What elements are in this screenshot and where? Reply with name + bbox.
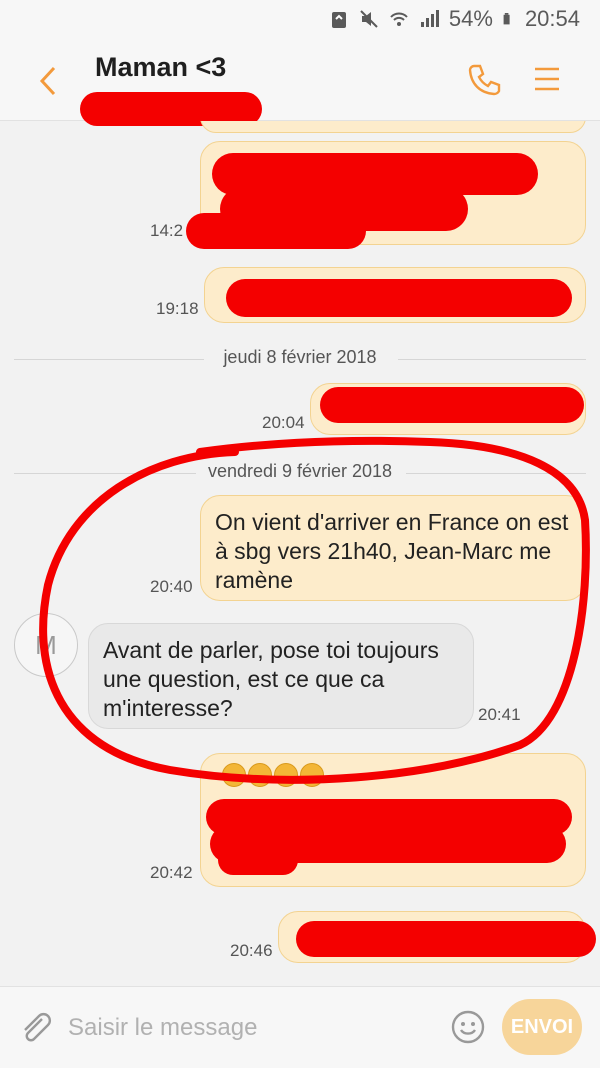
recycle-icon: [331, 12, 346, 28]
emoji-icon: [274, 763, 298, 787]
message-input[interactable]: [66, 1007, 430, 1049]
message-bubble-received[interactable]: Avant de parler, pose toi toujours une q…: [88, 623, 474, 729]
composer-bar: ENVOI: [0, 986, 600, 1068]
battery-icon: [503, 13, 510, 25]
message-timestamp: 20:41: [478, 705, 521, 724]
contact-name[interactable]: Maman <3: [95, 52, 226, 83]
conversation[interactable]: 14:2 19:18 jeudi 8 février 2018 20:04 ve…: [0, 121, 600, 986]
date-separator: vendredi 9 février 2018: [0, 461, 600, 485]
clock: 20:54: [524, 6, 580, 31]
message-bubble-sent[interactable]: On vient d'arriver en France on est à sb…: [200, 495, 586, 601]
wifi-icon: [390, 12, 408, 26]
app-bar: Maman <3: [0, 40, 600, 126]
message-timestamp: 20:46: [230, 941, 273, 960]
message-timestamp: 14:2: [150, 221, 184, 240]
redaction-mark: [218, 845, 298, 875]
menu-icon[interactable]: [534, 64, 560, 94]
avatar[interactable]: M: [14, 613, 78, 677]
smiley-icon[interactable]: [450, 1009, 486, 1045]
status-bar: 54% 20:54: [0, 0, 600, 40]
message-timestamp: 20:40: [150, 577, 193, 596]
emoji-icon: [248, 763, 272, 787]
emoji-icon: [300, 763, 324, 787]
signal-icon: [420, 10, 439, 27]
send-button[interactable]: ENVOI: [502, 999, 582, 1055]
back-arrow-icon[interactable]: [34, 64, 62, 98]
redaction-mark: [296, 921, 596, 957]
emoji-icon: [222, 763, 246, 787]
date-separator: jeudi 8 février 2018: [0, 347, 600, 371]
paperclip-icon[interactable]: [18, 1011, 54, 1047]
battery-percent: 54%: [448, 6, 493, 31]
redaction-mark: [186, 213, 366, 249]
mute-icon: [360, 10, 378, 28]
message-bubble-sent[interactable]: [200, 121, 586, 133]
message-timestamp: 20:42: [150, 863, 193, 882]
message-timestamp: 20:04: [262, 413, 305, 432]
phone-icon[interactable]: [466, 62, 502, 98]
message-timestamp: 19:18: [156, 299, 199, 318]
redaction-mark: [320, 387, 584, 423]
redaction-mark: [226, 279, 572, 317]
